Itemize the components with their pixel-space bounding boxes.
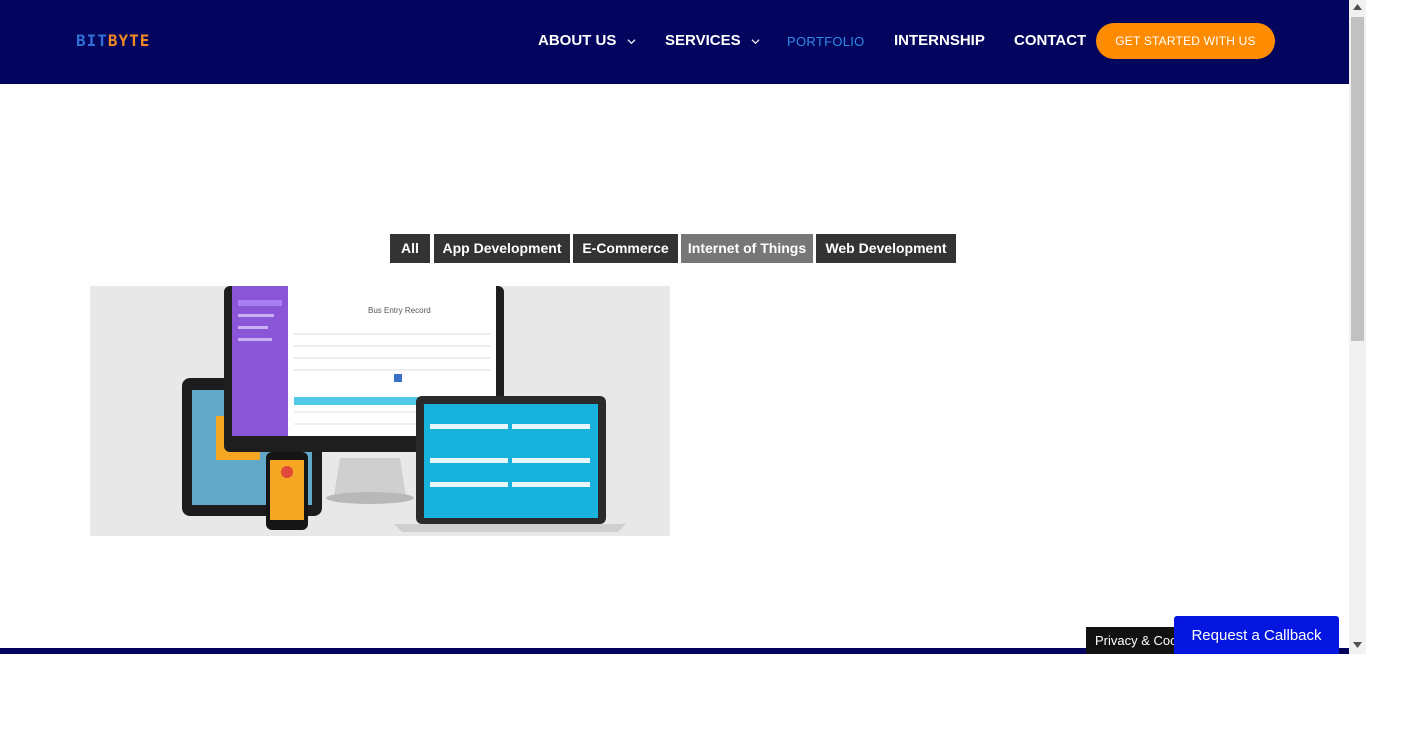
filter-internet-of-things[interactable]: Internet of Things bbox=[681, 234, 813, 263]
nav-about-us-label: ABOUT US bbox=[538, 32, 617, 49]
responsive-devices-mockup: Bus Entry Record bbox=[90, 286, 670, 536]
nav-services[interactable]: SERVICES bbox=[665, 32, 760, 52]
chevron-down-icon bbox=[751, 38, 760, 44]
filter-app-development[interactable]: App Development bbox=[434, 234, 570, 263]
nav-contact-label: CONTACT bbox=[1014, 32, 1087, 49]
chevron-down-icon bbox=[627, 38, 636, 44]
portfolio-item-thumbnail[interactable]: Bus Entry Record bbox=[90, 286, 670, 536]
scrollbar-thumb[interactable] bbox=[1351, 17, 1364, 341]
filter-all[interactable]: All bbox=[390, 234, 430, 263]
nav-contact[interactable]: CONTACT bbox=[1014, 32, 1086, 52]
site-logo[interactable]: BITBYTE bbox=[76, 32, 150, 50]
logo-part-bit: BIT bbox=[76, 31, 108, 50]
nav-internship[interactable]: INTERNSHIP bbox=[894, 32, 985, 52]
mockup-screen-title: Bus Entry Record bbox=[368, 306, 431, 315]
nav-about-us[interactable]: ABOUT US bbox=[538, 32, 636, 52]
scroll-up-icon[interactable] bbox=[1353, 4, 1362, 10]
filter-e-commerce[interactable]: E-Commerce bbox=[573, 234, 678, 263]
nav-services-label: SERVICES bbox=[665, 32, 741, 49]
page-scrollbar[interactable] bbox=[1349, 0, 1366, 654]
get-started-button[interactable]: GET STARTED WITH US bbox=[1096, 23, 1275, 59]
site-header: BITBYTE ABOUT US SERVICES PORTFOLIO INTE… bbox=[0, 0, 1349, 84]
nav-portfolio-label: PORTFOLIO bbox=[787, 34, 865, 49]
logo-part-byte: BYTE bbox=[107, 31, 151, 50]
nav-internship-label: INTERNSHIP bbox=[894, 32, 985, 49]
scroll-down-icon[interactable] bbox=[1353, 642, 1362, 648]
filter-web-development[interactable]: Web Development bbox=[816, 234, 956, 263]
request-callback-button[interactable]: Request a Callback bbox=[1174, 616, 1339, 654]
browser-viewport: BITBYTE ABOUT US SERVICES PORTFOLIO INTE… bbox=[0, 0, 1366, 654]
nav-portfolio[interactable]: PORTFOLIO bbox=[787, 33, 865, 53]
